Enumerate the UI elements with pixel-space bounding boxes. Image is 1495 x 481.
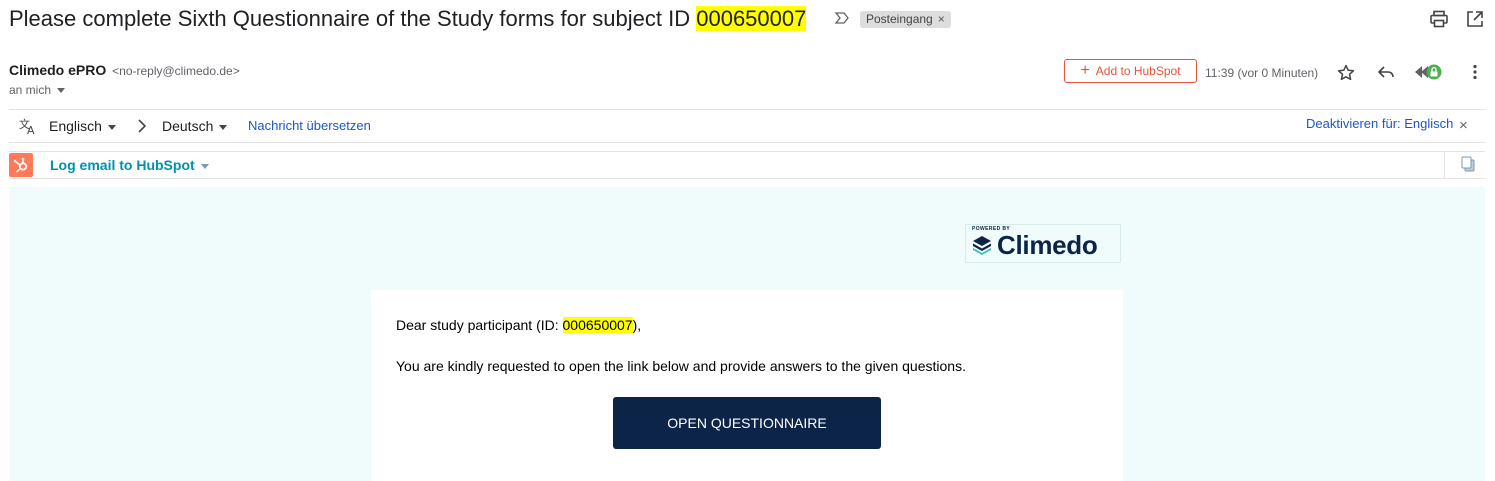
label-chip-text: Posteingang xyxy=(866,12,933,26)
log-email-label: Log email to HubSpot xyxy=(50,157,195,173)
source-language-label: Englisch xyxy=(49,118,102,134)
source-language-select[interactable]: Englisch xyxy=(49,118,116,134)
email-body-text: You are kindly requested to open the lin… xyxy=(396,358,966,374)
extension-lock-icon[interactable] xyxy=(1413,62,1443,82)
climedo-brand-name: Climedo xyxy=(997,230,1098,260)
divider xyxy=(9,142,1485,143)
greeting-prefix: Dear study participant (ID: xyxy=(396,317,563,333)
open-in-new-window-icon[interactable] xyxy=(1465,9,1485,29)
add-to-hubspot-button[interactable]: + Add to HubSpot xyxy=(1064,59,1197,83)
label-remove-icon[interactable]: × xyxy=(938,12,945,26)
chevron-right-icon xyxy=(138,119,147,133)
reply-icon[interactable] xyxy=(1376,62,1396,82)
subject-highlighted-id: 000650007 xyxy=(696,6,807,31)
add-to-hubspot-label: Add to HubSpot xyxy=(1095,64,1181,78)
log-email-hubspot-dropdown[interactable]: Log email to HubSpot xyxy=(50,157,209,173)
importance-marker-icon[interactable] xyxy=(834,10,850,26)
translate-icon: 文 A xyxy=(19,117,35,136)
divider xyxy=(9,178,1485,179)
close-translate-bar-icon[interactable]: × xyxy=(1459,117,1468,134)
sender-name[interactable]: Climedo ePRO xyxy=(9,62,106,78)
divider xyxy=(9,151,1485,152)
email-subject: Please complete Sixth Questionnaire of t… xyxy=(9,4,807,34)
greeting-highlighted-id: 000650007 xyxy=(562,317,633,333)
copy-icon[interactable] xyxy=(1459,155,1477,173)
chevron-down-icon xyxy=(200,163,209,169)
more-vert-icon[interactable] xyxy=(1465,62,1485,82)
plus-icon: + xyxy=(1080,62,1090,79)
divider xyxy=(1444,152,1445,178)
chevron-down-icon xyxy=(57,88,66,94)
greeting-text: Dear study participant (ID: 000650007), xyxy=(396,317,641,333)
label-chip-inbox[interactable]: Posteingang × xyxy=(860,11,951,28)
chevron-down-icon xyxy=(219,124,228,130)
open-questionnaire-button[interactable]: OPEN QUESTIONNAIRE xyxy=(613,397,881,449)
deactivate-translation-link[interactable]: Deaktivieren für: Englisch xyxy=(1306,116,1453,131)
hubspot-logo-icon xyxy=(9,153,33,177)
recipient-details-toggle[interactable]: an mich xyxy=(9,83,66,97)
divider xyxy=(9,109,1485,110)
email-content-card: Dear study participant (ID: 000650007), … xyxy=(371,290,1123,481)
greeting-suffix: ), xyxy=(632,317,642,333)
print-icon[interactable] xyxy=(1429,9,1449,29)
climedo-logo-icon xyxy=(973,236,991,255)
svg-text:A: A xyxy=(27,124,35,136)
target-language-select[interactable]: Deutsch xyxy=(162,118,228,134)
subject-text: Please complete Sixth Questionnaire of t… xyxy=(9,6,697,31)
chevron-down-icon xyxy=(107,124,116,130)
sender-email: <no-reply@climedo.de> xyxy=(112,64,240,78)
translate-message-link[interactable]: Nachricht übersetzen xyxy=(248,118,371,133)
star-icon[interactable] xyxy=(1336,63,1356,83)
sender-info: Climedo ePRO <no-reply@climedo.de> xyxy=(9,62,240,78)
target-language-label: Deutsch xyxy=(162,118,214,134)
message-time: 11:39 (vor 0 Minuten) xyxy=(1205,66,1319,80)
climedo-logo: POWERED BY Climedo xyxy=(965,224,1121,263)
recipient-label: an mich xyxy=(9,83,52,97)
